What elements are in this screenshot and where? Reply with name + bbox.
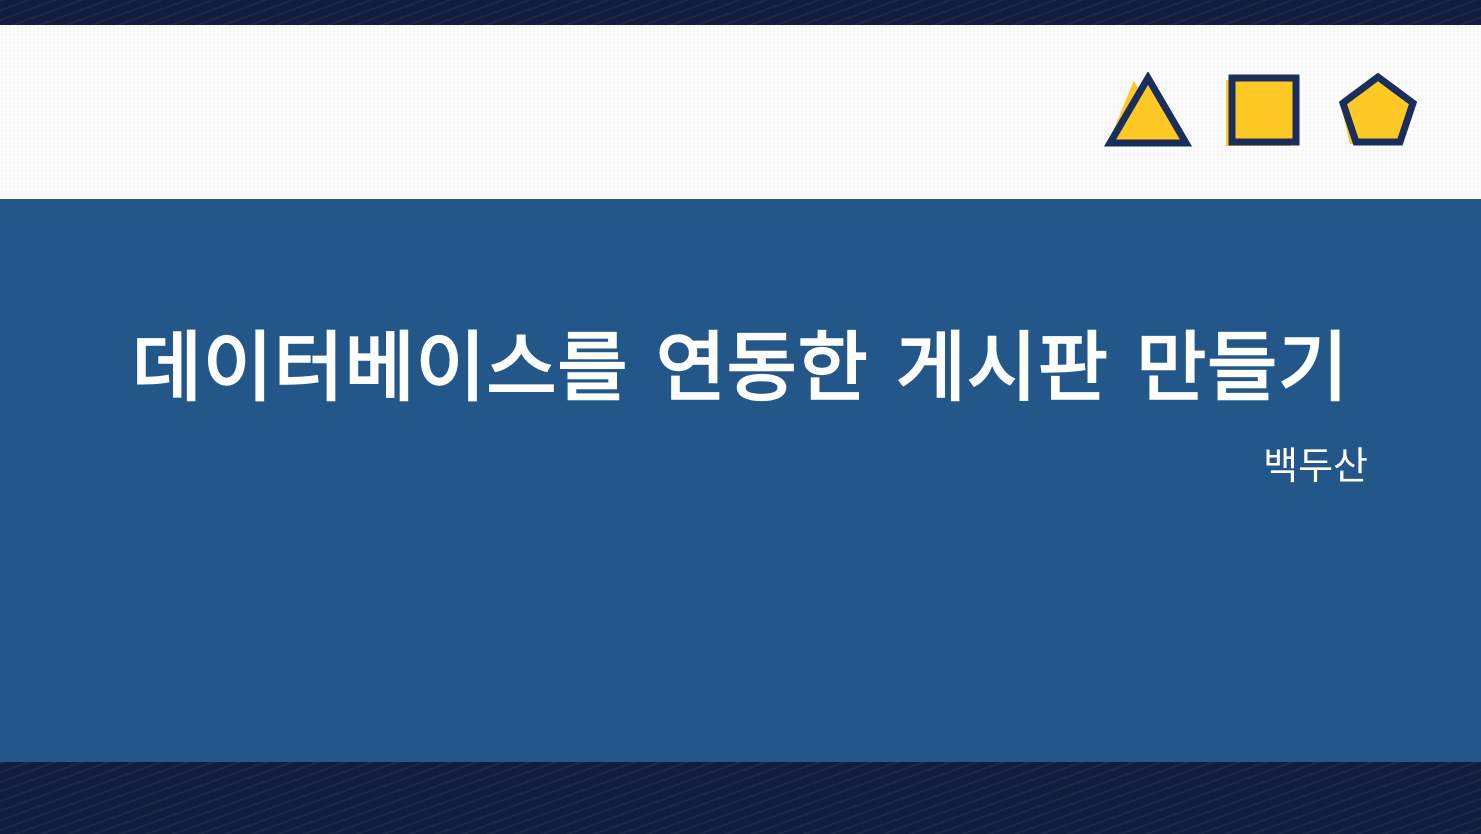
square-icon	[1222, 72, 1312, 152]
bottom-decorative-band	[0, 762, 1481, 834]
slide-title: 데이터베이스를 연동한 게시판 만들기	[131, 323, 1350, 412]
slide-author: 백두산	[1263, 444, 1368, 488]
triangle-icon	[1104, 72, 1194, 152]
title-slide: 데이터베이스를 연동한 게시판 만들기 백두산	[0, 0, 1481, 834]
title-panel	[0, 199, 1481, 762]
pentagon-icon	[1336, 72, 1426, 152]
top-decorative-band	[0, 0, 1481, 25]
